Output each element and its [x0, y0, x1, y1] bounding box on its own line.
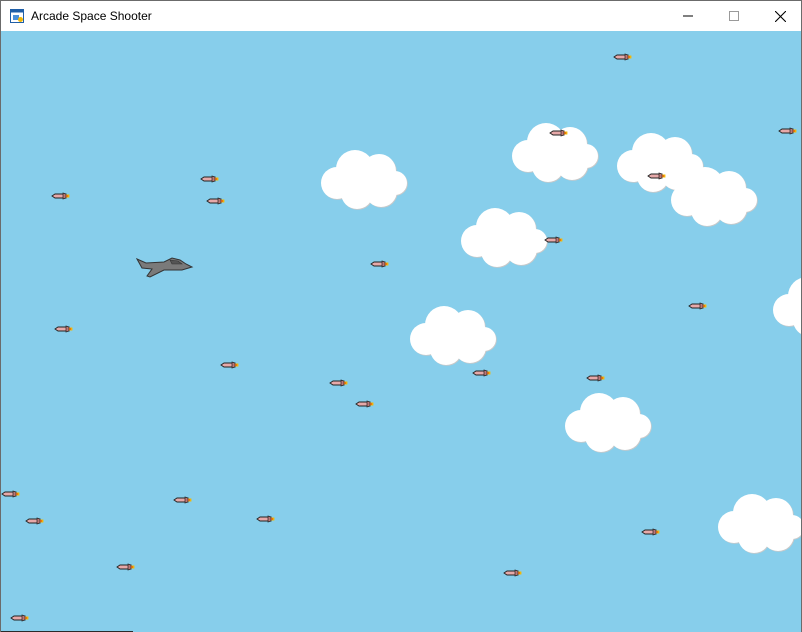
missile-icon [544, 236, 563, 244]
title-bar[interactable]: Arcade Space Shooter [1, 1, 801, 31]
missile-icon [586, 374, 605, 382]
missile-icon [688, 302, 707, 310]
cloud [671, 167, 758, 227]
missile-icon [549, 129, 568, 137]
missile-icon [647, 172, 666, 180]
game-canvas[interactable] [1, 31, 801, 632]
maximize-button[interactable] [711, 1, 757, 31]
close-icon [774, 10, 786, 22]
missile-icon [173, 496, 192, 504]
missile-icon [778, 127, 797, 135]
maximize-icon [729, 11, 739, 21]
missile-icon [370, 260, 389, 268]
missile-icon [51, 192, 70, 200]
missile-icon [472, 369, 491, 377]
missile-icon [54, 325, 73, 333]
missile-icon [206, 197, 225, 205]
window-title: Arcade Space Shooter [31, 9, 152, 23]
missile-icon [10, 614, 29, 622]
missile-icon [220, 361, 239, 369]
missile-icon [503, 569, 522, 577]
minimize-icon [683, 15, 693, 17]
close-button[interactable] [757, 1, 802, 31]
cloud [461, 208, 548, 268]
missile-icon [200, 175, 219, 183]
cloud [410, 306, 497, 366]
cloud [565, 393, 652, 453]
window-app-icon [10, 9, 24, 23]
missile-icon [256, 515, 275, 523]
cloud [718, 494, 801, 554]
missile-icon [25, 517, 44, 525]
missile-icon [116, 563, 135, 571]
cloud [773, 277, 801, 337]
missile-icon [329, 379, 348, 387]
missile-icon [641, 528, 660, 536]
player-jet-icon [136, 257, 194, 278]
missile-icon [1, 490, 20, 498]
minimize-button[interactable] [665, 1, 711, 31]
cloud [321, 150, 408, 210]
missile-icon [355, 400, 374, 408]
missile-icon [613, 53, 632, 61]
game-window: Arcade Space Shooter [0, 0, 802, 632]
